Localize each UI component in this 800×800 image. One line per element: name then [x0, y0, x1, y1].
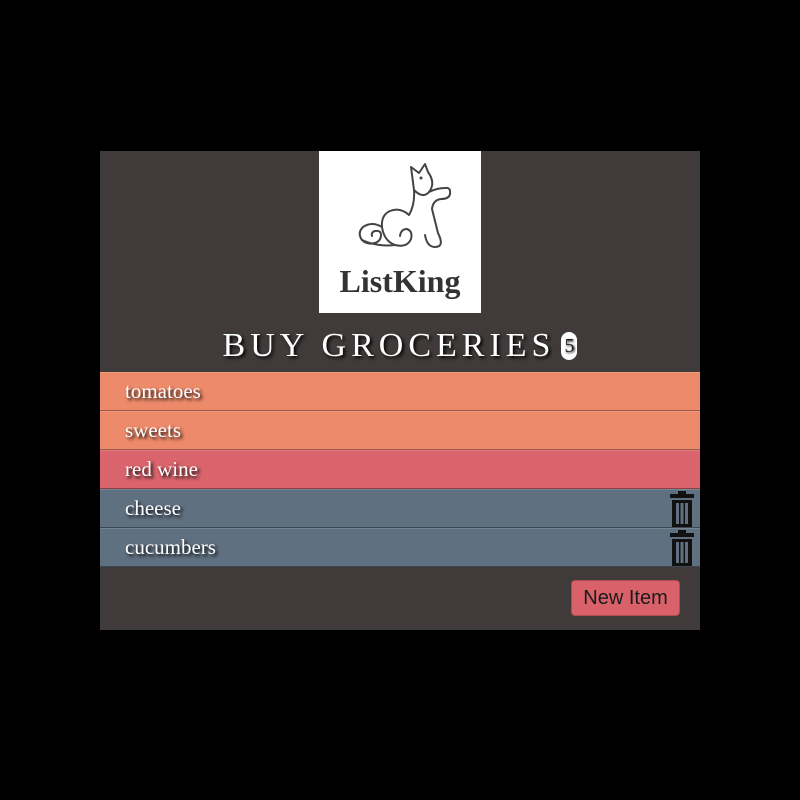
- list-item[interactable]: cucumbers: [100, 528, 700, 567]
- logo: ListKing: [319, 151, 481, 313]
- list-item[interactable]: sweets: [100, 411, 700, 450]
- list-item[interactable]: cheese: [100, 489, 700, 528]
- list-item-label: tomatoes: [125, 379, 201, 403]
- list-header: BUY GROCERIES 5: [100, 327, 700, 371]
- list-item-label: cucumbers: [125, 535, 216, 559]
- list-title: BUY GROCERIES: [222, 327, 556, 364]
- list-panel: ListKing BUY GROCERIES 5 tomatoes sweets r…: [100, 151, 700, 630]
- logo-text: ListKing: [339, 263, 461, 299]
- trash-icon[interactable]: [669, 490, 695, 528]
- list-item[interactable]: tomatoes: [100, 372, 700, 411]
- cat-logo-icon: [358, 163, 452, 248]
- list-item[interactable]: red wine: [100, 450, 700, 489]
- item-list: tomatoes sweets red wine cheese cucumbers: [100, 372, 700, 567]
- item-count-badge: 5: [561, 332, 578, 360]
- new-item-button[interactable]: New Item: [571, 580, 680, 616]
- list-item-label: red wine: [125, 457, 198, 481]
- trash-icon[interactable]: [669, 529, 695, 567]
- list-item-label: cheese: [125, 496, 181, 520]
- list-item-label: sweets: [125, 418, 181, 442]
